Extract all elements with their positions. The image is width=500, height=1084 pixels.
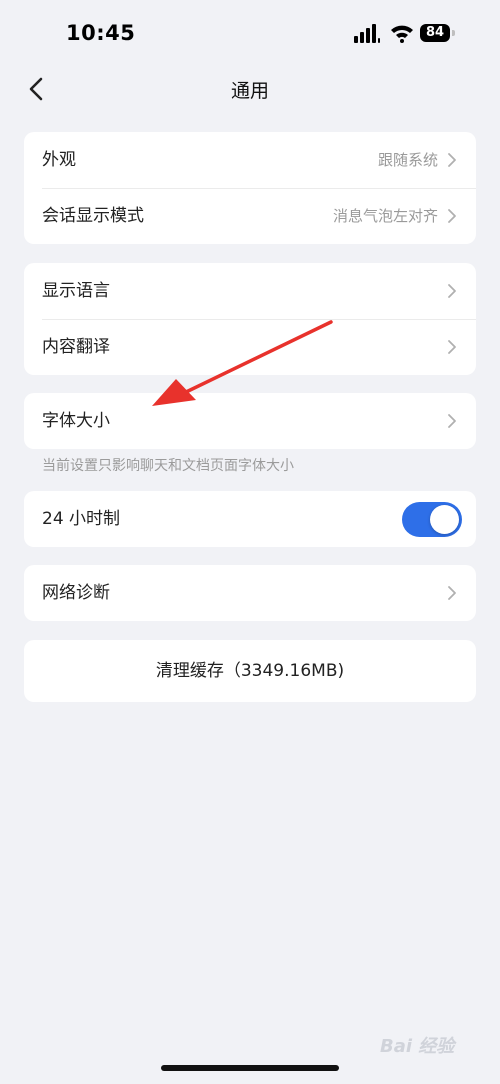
battery-icon: 84 [420,24,450,42]
status-time: 10:45 [66,21,136,45]
setting-row-font-size[interactable]: 字体大小 [24,393,476,449]
setting-row-24-hour: 24 小时制 [24,491,476,547]
system-icons: 84 [354,23,464,45]
toggle-knob [430,505,459,534]
chevron-right-icon [448,153,456,167]
status-bar: 10:45 84 [0,0,500,66]
page-title: 通用 [230,80,269,102]
watermark-logo: Bai 经验 [380,1036,455,1057]
setting-row-content-translation[interactable]: 内容翻译 [24,319,476,375]
setting-label: 字体大小 [42,411,110,431]
setting-row-chat-display-mode[interactable]: 会话显示模式 消息气泡左对齐 [24,188,476,244]
settings-group-network: 网络诊断 [24,565,476,621]
settings-group-clock: 24 小时制 [24,491,476,547]
settings-group-language: 显示语言 内容翻译 [24,263,476,375]
setting-label: 内容翻译 [42,337,110,357]
setting-label: 外观 [42,150,76,170]
battery-tip [452,30,455,36]
setting-label: 显示语言 [42,281,110,301]
setting-row-network-diagnosis[interactable]: 网络诊断 [24,565,476,621]
setting-row-display-language[interactable]: 显示语言 [24,263,476,319]
setting-value: 消息气泡左对齐 [332,207,438,225]
chevron-right-icon [448,209,456,223]
wifi-icon [391,25,413,43]
chevron-right-icon [448,586,456,600]
settings-group-appearance: 外观 跟随系统 会话显示模式 消息气泡左对齐 [24,132,476,244]
setting-row-appearance[interactable]: 外观 跟随系统 [24,132,476,188]
setting-value: 跟随系统 [377,151,438,169]
signal-icon [354,24,380,43]
home-indicator [161,1065,339,1071]
chevron-right-icon [448,284,456,298]
font-size-hint: 当前设置只影响聊天和文档页面字体大小 [42,458,294,474]
chevron-right-icon [448,340,456,354]
settings-group-font-size: 字体大小 [24,393,476,449]
clear-cache-button[interactable]: 清理缓存（3349.16MB) [24,640,476,702]
setting-label: 24 小时制 [42,509,121,529]
24-hour-toggle[interactable] [402,502,462,537]
setting-label: 网络诊断 [42,583,110,603]
nav-bar: 通用 [0,66,500,112]
setting-label: 会话显示模式 [42,206,144,226]
chevron-right-icon [448,414,456,428]
